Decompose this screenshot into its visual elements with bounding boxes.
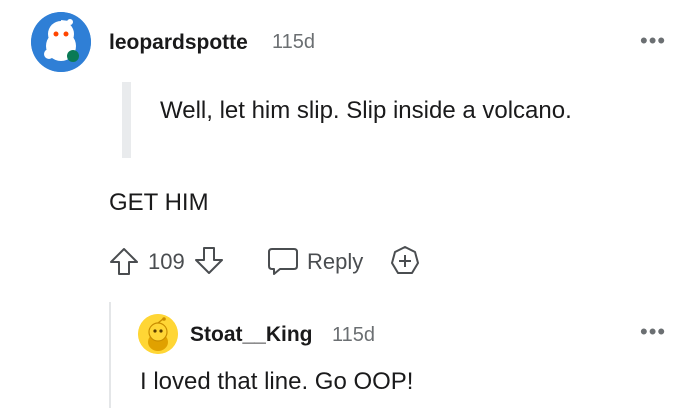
thread-line[interactable] — [109, 302, 111, 408]
comment-body: GET HIM — [109, 189, 209, 216]
downvote-button[interactable] — [193, 245, 225, 277]
reply-body: I loved that line. Go OOP! — [140, 368, 414, 395]
upvote-button[interactable] — [108, 245, 140, 277]
arrow-up-icon — [110, 248, 138, 275]
reply-button[interactable] — [266, 245, 300, 277]
speech-bubble-icon — [268, 248, 298, 275]
more-options-button[interactable]: ••• — [640, 30, 666, 52]
reply-more-options-button[interactable]: ••• — [640, 321, 666, 343]
plus-circle-icon — [391, 246, 419, 274]
vote-count: 109 — [148, 249, 185, 274]
reply-timestamp: 115d — [332, 324, 376, 346]
comment-author[interactable]: leopardspotte — [109, 32, 248, 53]
comment-timestamp: 115d — [272, 31, 316, 53]
reply-label[interactable]: Reply — [307, 249, 363, 275]
avatar[interactable] — [31, 12, 91, 72]
arrow-down-icon — [195, 247, 223, 274]
award-button[interactable] — [388, 244, 422, 278]
quote-bar — [122, 82, 131, 158]
snoo-avatar-icon — [138, 314, 178, 354]
reply-author[interactable]: Stoat__King — [190, 324, 313, 345]
quoted-text: Well, let him slip. Slip inside a volcan… — [160, 97, 572, 124]
snoo-avatar-icon — [31, 12, 91, 72]
reply-avatar[interactable] — [138, 314, 178, 354]
